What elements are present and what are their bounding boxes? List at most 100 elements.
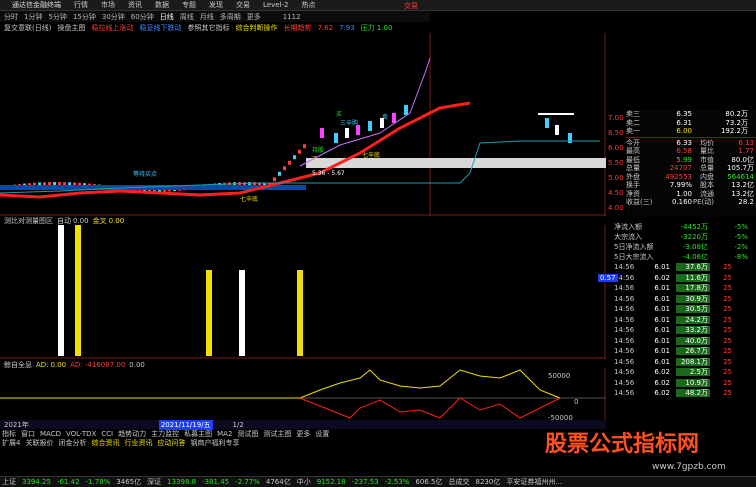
flow-label: 5日大宗流入 (614, 253, 654, 261)
info-tab[interactable]: 行业资讯 (124, 438, 152, 448)
app-title: 通达信金融终端 (12, 1, 61, 9)
period-tab[interactable]: 1分钟 (24, 12, 42, 22)
period-tab[interactable]: 15分钟 (73, 12, 96, 22)
quote-stat-row: 收益(三) 0.160 PE(动) 28.2 (626, 198, 756, 207)
sz-label[interactable]: 深证 (147, 477, 161, 487)
indicator-label[interactable]: 7.62 (317, 24, 333, 32)
indicator-tab[interactable]: MACD (40, 430, 61, 438)
info-tab[interactable]: 综合资讯 (91, 438, 119, 448)
menu-item-topic[interactable]: 专题 (182, 0, 196, 10)
menu-item-hot[interactable]: 热点 (301, 0, 315, 10)
ask-row-1[interactable]: 卖一 6.00 192.2万 (626, 127, 756, 136)
zx-label[interactable]: 中小 (297, 477, 311, 487)
period-tab[interactable]: 5分钟 (48, 12, 66, 22)
indicator-tab[interactable]: MA2 (217, 430, 232, 438)
tick-price: 6.01 (654, 305, 670, 314)
tick-volume: 30.9万 (676, 294, 710, 303)
flow-value: -4452万 (680, 223, 708, 231)
period-tab[interactable]: 60分钟 (131, 12, 154, 22)
period-tab[interactable]: 更多 (247, 12, 261, 22)
menu-item-data[interactable]: 数据 (155, 0, 169, 10)
tick-row[interactable]: 14:56 6.01 26.7万 25 (614, 346, 756, 357)
flow-label: 大宗流入 (614, 233, 642, 241)
indicator-label[interactable]: 稳拉线上涨动 (91, 23, 133, 33)
info-tab[interactable]: 扩展4 (2, 438, 20, 448)
indicator-tab[interactable]: 设置 (315, 429, 329, 439)
period-tab[interactable]: 多周期 (220, 12, 241, 22)
info-tab[interactable]: 关联报价 (25, 438, 53, 448)
indicator-tab[interactable]: 测试图 (237, 429, 258, 439)
indicator-label[interactable]: 压力 1.00 (361, 23, 393, 33)
info-tab[interactable]: 钢商户福利专享 (190, 438, 239, 448)
tick-row[interactable]: 14:56 6.01 24.2万 25 (614, 315, 756, 326)
tick-row[interactable]: 14:56 6.01 33.2万 25 (614, 325, 756, 336)
period-tab[interactable]: 周线 (180, 12, 194, 22)
tick-row[interactable]: 14:56 6.02 11.6万 25 (614, 273, 756, 284)
total-value: 8230亿 (475, 478, 501, 486)
capital-flow-row: 大宗流入 -3220万 -5% (614, 232, 756, 242)
tick-price: 6.01 (654, 357, 670, 366)
indicator-tab[interactable]: 测试主图 (263, 429, 291, 439)
tick-price: 6.01 (654, 326, 670, 335)
period-tab[interactable]: 30分钟 (102, 12, 125, 22)
stat-value-2: 6.13 (738, 138, 754, 147)
indicator-label[interactable]: 复交意联(日线) (4, 23, 51, 33)
tick-price: 6.02 (654, 273, 670, 282)
tick-row[interactable]: 14:56 6.02 10.9万 25 (614, 378, 756, 389)
menu-item-market[interactable]: 行情 (74, 0, 88, 10)
indicator-label[interactable]: 稳妥线下跌动 (139, 23, 181, 33)
tick-count: 25 (723, 347, 732, 356)
capital-flow-row: 5日大宗流入 -4.06亿 -8% (614, 252, 756, 262)
candle (545, 118, 549, 128)
period-tab-day[interactable]: 日线 (160, 12, 174, 22)
tick-row[interactable]: 14:56 6.01 40.0万 25 (614, 336, 756, 347)
indicator-label[interactable]: 7.93 (339, 24, 355, 32)
indicator-tab[interactable]: CCI (101, 430, 113, 438)
period-tab[interactable]: 月线 (200, 12, 214, 22)
period-bar: 分时 1分钟 5分钟 15分钟 30分钟 60分钟 日线 周线 月线 多周期 更… (0, 11, 430, 22)
tick-time: 14:56 (614, 389, 635, 398)
info-tab[interactable]: 应动问答 (157, 438, 185, 448)
tick-row[interactable]: 14:56 6.01 30.9万 25 (614, 294, 756, 305)
sub1-chart[interactable] (0, 225, 606, 359)
tick-row[interactable]: 14:56 6.01 37.6万 25 (614, 262, 756, 273)
tick-row[interactable]: 14:56 6.02 2.5万 25 (614, 367, 756, 378)
sh-label[interactable]: 上证 (2, 477, 16, 487)
tick-row[interactable]: 14:56 6.02 48.2万 25 (614, 388, 756, 399)
sz-value: 13398.8 (167, 478, 197, 486)
stat-value: 7.99% (669, 181, 692, 190)
candle (368, 121, 372, 131)
main-chart[interactable] (0, 33, 606, 216)
tick-row[interactable]: 14:56 6.01 30.5万 25 (614, 304, 756, 315)
menu-item-level2[interactable]: Level-2 (263, 1, 288, 9)
indicator-tab[interactable]: 更多 (296, 429, 310, 439)
tick-row[interactable]: 14:56 6.01 208.1万 25 (614, 357, 756, 368)
info-tab[interactable]: 闭金分析 (58, 438, 86, 448)
menu-item-discover[interactable]: 发现 (209, 0, 223, 10)
tick-count: 25 (723, 284, 732, 293)
indicator-tab[interactable]: VOL-TDX (66, 430, 96, 438)
menu-item-quote[interactable]: 市场 (101, 0, 115, 10)
price-tick: 5.50 (608, 159, 624, 167)
menu-item-trade[interactable]: 交易 (236, 0, 250, 10)
indicator-label[interactable]: 操盘主图 (57, 23, 85, 33)
total-label: 总成交 (448, 478, 470, 486)
trade-label[interactable]: 交易 (404, 1, 418, 11)
sub2-chart[interactable] (0, 368, 606, 420)
branch-label[interactable]: 平安证券福州州... (506, 477, 562, 487)
tick-time: 14:56 (614, 315, 635, 324)
tick-count: 25 (723, 378, 732, 387)
indicator-label[interactable]: 参照其它指标 (187, 23, 229, 33)
indicator-label[interactable]: 综合判断操作 (235, 23, 277, 33)
sh-value: 3394.25 (22, 478, 51, 486)
stat-value-2: 28.2 (738, 198, 754, 207)
price-tick: 6.50 (608, 129, 624, 137)
tick-time: 14:56 (614, 357, 635, 366)
indicator-label[interactable]: 长期趋势 (283, 23, 311, 33)
tick-time: 14:56 (614, 284, 635, 293)
candle (288, 160, 291, 165)
tick-volume: 2.5万 (676, 368, 710, 377)
menu-item-news[interactable]: 资讯 (128, 0, 142, 10)
tick-row[interactable]: 14:56 6.01 17.8万 25 (614, 283, 756, 294)
period-tab[interactable]: 分时 (4, 12, 18, 22)
